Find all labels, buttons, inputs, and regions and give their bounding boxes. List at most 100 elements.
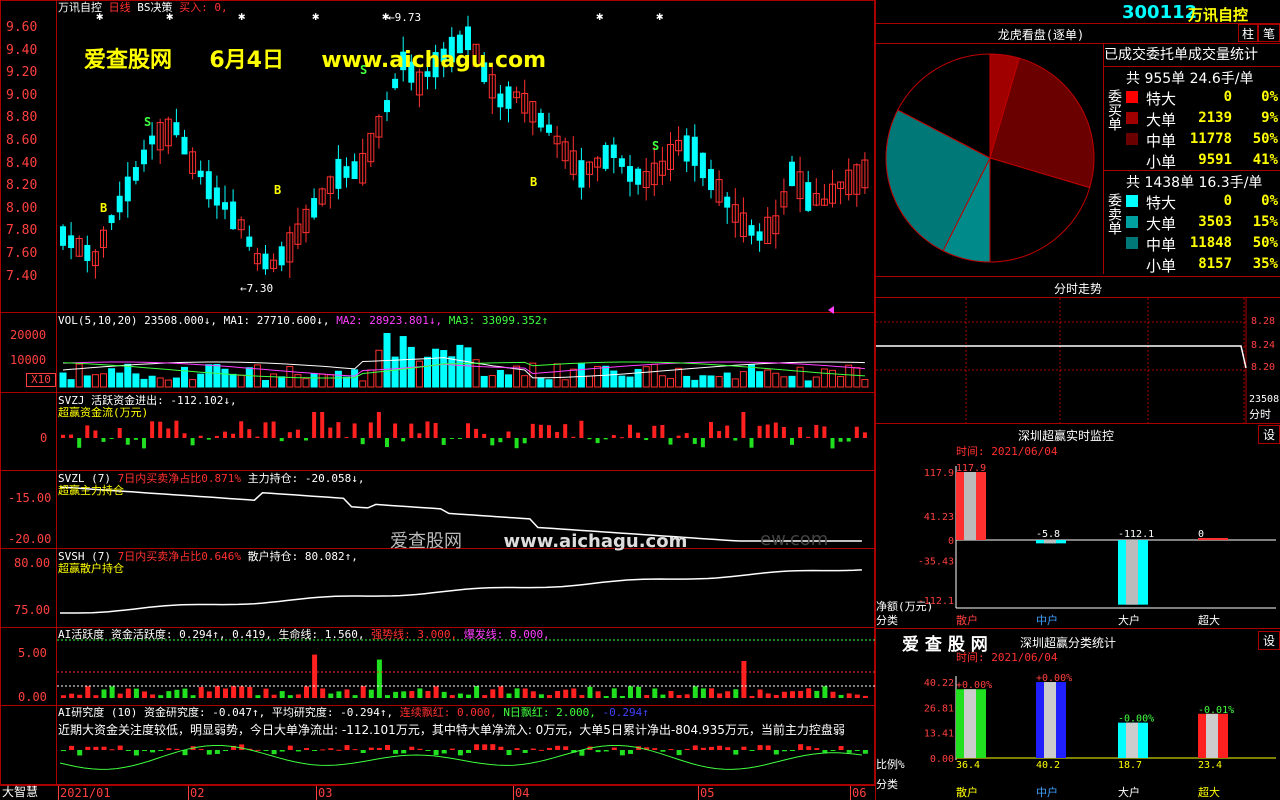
volume-bar xyxy=(569,368,577,388)
volume-bar xyxy=(739,371,747,388)
ai-research-bar xyxy=(457,750,463,756)
volume-bar xyxy=(424,356,431,388)
fund-flow-bar xyxy=(587,438,592,440)
ai-active-bar xyxy=(514,688,520,698)
volume-bar xyxy=(245,367,253,388)
ai-research-bar xyxy=(619,750,625,756)
fund-flow-bar xyxy=(368,422,373,438)
volume-bar xyxy=(537,377,545,388)
classify-title: 深圳超赢分类统计 xyxy=(1020,636,1117,650)
volume-bar xyxy=(326,374,334,388)
ai-research-bar xyxy=(93,746,99,750)
ai-research-bar xyxy=(158,750,164,751)
ai-research-bar xyxy=(814,748,820,750)
ai-active-bar xyxy=(312,654,318,698)
fund-flow-bar xyxy=(125,438,130,445)
monitor-tick: -35.43 xyxy=(918,556,954,567)
classify-settings-button[interactable]: 设 xyxy=(1258,631,1280,650)
ai-active-bar xyxy=(636,686,642,698)
ai-research-bar xyxy=(417,748,423,750)
candle-body xyxy=(602,145,609,169)
volume-bar xyxy=(529,362,537,388)
fund-flow-bar xyxy=(466,423,470,438)
volume-bar xyxy=(391,356,399,388)
fund-flow-bar xyxy=(344,437,349,439)
ai-active-tick-5: 5.00 xyxy=(18,646,47,660)
monitor-bar-chart: 117.941.230-35.43-112.1117.9-5.8 -112.1 0净… xyxy=(876,463,1276,627)
pen-toggle-button[interactable]: 笔 xyxy=(1258,24,1280,42)
monitor-bar-shine xyxy=(1126,540,1138,605)
fund-flow-bar xyxy=(133,438,138,440)
classify-change: -0.01% xyxy=(1198,705,1234,716)
ai-research-v1: 资金研究度: -0.047↑, xyxy=(143,706,266,719)
candle-body xyxy=(497,93,504,108)
ai-active-bar xyxy=(652,688,658,698)
price-tick: 9.00 xyxy=(6,87,38,103)
fenshi-chart[interactable]: 8.28 8.24 8.20 23508 分时 xyxy=(876,298,1280,424)
volume-bar xyxy=(650,363,658,388)
ai-research-bar xyxy=(109,749,115,751)
svsh-tick-80: 80.00 xyxy=(14,556,51,570)
period-label[interactable]: 日线 xyxy=(109,1,131,14)
volume-bar xyxy=(432,348,440,388)
fund-flow-bar xyxy=(773,422,778,438)
ai-research-bar xyxy=(385,744,390,750)
ai-research-bar xyxy=(263,750,269,751)
candle-body xyxy=(789,161,795,187)
buy-row-label: 中单 xyxy=(1146,132,1177,150)
date-tick: 2021/01 xyxy=(60,786,111,800)
classify-value: 36.4 xyxy=(956,760,980,771)
retail-holding-line xyxy=(60,569,862,614)
ai-research-bar xyxy=(798,744,804,750)
fenshi-tick: 8.28 xyxy=(1251,316,1275,327)
ai-research-bar xyxy=(757,745,763,750)
ai-active-bar xyxy=(320,688,326,698)
date-tick-mark xyxy=(316,786,317,800)
ai-active-bar xyxy=(830,691,836,698)
volume-bar xyxy=(399,336,407,388)
volume-bar xyxy=(829,369,836,388)
candle-body xyxy=(578,160,585,188)
ai-research-bar xyxy=(61,750,66,752)
indicator-name[interactable]: BS决策 xyxy=(137,1,172,14)
bar-toggle-button[interactable]: 柱 xyxy=(1238,24,1258,42)
buy-signal: B xyxy=(274,183,281,197)
ai-active-bar xyxy=(490,689,496,698)
price-tick: 7.60 xyxy=(6,246,38,261)
ai-active-bar xyxy=(749,695,755,698)
fund-flow-bar xyxy=(425,421,430,438)
watermark-mid-tail: ew.com xyxy=(760,529,829,550)
volume-bar xyxy=(213,364,221,388)
fund-flow-bar xyxy=(790,438,794,445)
fund-flow-bar xyxy=(61,434,65,438)
volume-bar xyxy=(521,375,529,388)
sell-row-pct: 50% xyxy=(1252,235,1278,251)
ai-research-bar xyxy=(733,750,739,755)
volume-bar xyxy=(594,365,602,388)
sell-row-value: 3503 xyxy=(1198,214,1232,230)
ai-active-bar xyxy=(61,695,66,698)
date-tick: 02 xyxy=(190,786,205,800)
fund-flow-bar xyxy=(530,423,535,438)
ai-research-v5: -0.294↑ xyxy=(602,706,649,719)
ai-active-bar xyxy=(555,690,561,698)
sell-row-pct: 35% xyxy=(1252,256,1278,272)
ai-active-bar xyxy=(474,686,480,698)
vol-header: VOL(5,10,20) 23508.000↓, MA1: 27710.600↓… xyxy=(58,314,548,327)
fund-flow-bar xyxy=(166,428,171,438)
star-marker: ✱ xyxy=(656,9,663,23)
candle-body xyxy=(699,152,706,179)
ai-active-v1: 资金活跃度: 0.294↑, xyxy=(110,628,226,641)
classify-value: 18.7 xyxy=(1118,760,1142,771)
volume-bar xyxy=(820,368,828,388)
candle-body xyxy=(173,122,180,136)
sell-row-value: 8157 xyxy=(1198,256,1232,272)
monitor-settings-button[interactable]: 设 xyxy=(1258,425,1280,444)
candle-body xyxy=(724,196,731,208)
fund-flow-bar xyxy=(214,435,219,438)
ai-active-bar xyxy=(295,694,301,698)
buy-swatch xyxy=(1126,154,1138,166)
candle-body xyxy=(108,215,115,224)
fund-flow-bar xyxy=(312,412,317,438)
buy-row-pct: 50% xyxy=(1252,131,1278,147)
